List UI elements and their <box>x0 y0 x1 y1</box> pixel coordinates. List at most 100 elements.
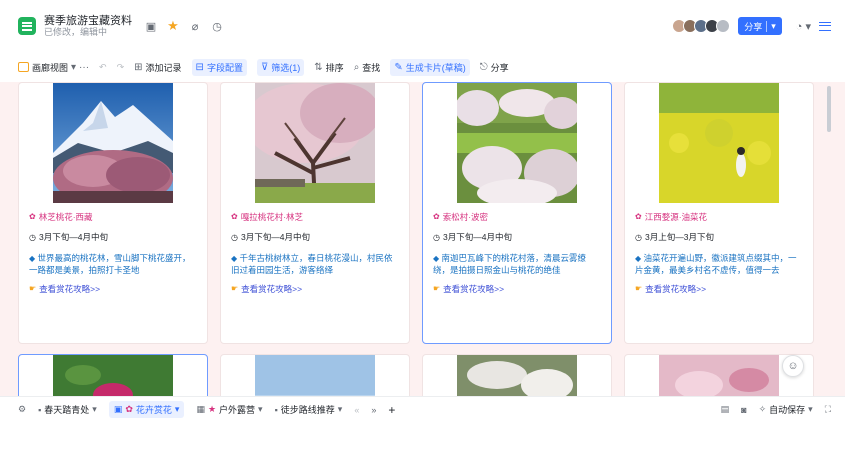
clock-icon: ◷ <box>433 232 440 242</box>
redo-icon[interactable]: ↷ <box>117 62 125 73</box>
card-title: ✿ 索松村·波密 <box>433 211 603 223</box>
sheet-tab-label: 徒步路线推荐 <box>280 405 335 415</box>
add-sheet-icon[interactable]: + <box>388 403 395 417</box>
location-icon: ◆ <box>231 253 238 263</box>
tag-icon[interactable]: ⌀ <box>187 18 203 34</box>
history-icon[interactable]: ◷ <box>209 18 225 34</box>
share-view-button[interactable]: ⎋ 分享 <box>480 61 509 74</box>
assistant-icon[interactable]: ☺ <box>782 355 804 377</box>
menu-icon[interactable] <box>819 21 831 31</box>
flower-icon: ✿ <box>125 404 133 414</box>
star-icon[interactable]: ★ <box>165 18 181 34</box>
hand-icon: ☛ <box>231 283 239 293</box>
sheet-tab-label: 户外露营 <box>219 405 256 415</box>
card-desc: ◆ 南迦巴瓦峰下的桃花村落，清晨云雾缭绕，是拍摄日照金山与桃花的绝佳 <box>433 252 603 277</box>
doc-title[interactable]: 赛季旅游宝藏资料 <box>44 15 132 28</box>
sort-icon: ⇅ <box>314 61 323 73</box>
card-desc: ◆ 世界最高的桃花林，雪山脚下桃花盛开，一路都是美景，拍照打卡圣地 <box>29 252 199 277</box>
chevron-down-icon: ▾ <box>258 404 263 414</box>
add-record-button[interactable]: ⊞ 添加记录 <box>134 61 181 74</box>
view-switch[interactable]: 画廊视图 ▾ ··· <box>18 61 89 74</box>
sheet-tabbar: ⚙ ▪ 春天踏青处 ▾ ▣ ✿ 花卉赏花 ▾ ▦ ★ 户外露营 ▾ ▪ 徒步路线… <box>0 396 845 422</box>
settings-icon[interactable]: ⚙ <box>18 404 26 415</box>
card-link[interactable]: ☛ 查看赏花攻略>> <box>29 283 199 295</box>
avatar <box>716 19 731 33</box>
gallery-card[interactable] <box>422 354 612 396</box>
card-image <box>659 355 779 396</box>
card-link[interactable]: ☛ 查看赏花攻略>> <box>635 283 805 295</box>
prev-sheet-icon[interactable]: « <box>354 405 359 415</box>
chevron-down-icon: ▾ <box>808 404 813 414</box>
sort-label: 排序 <box>325 62 344 73</box>
header: 赛季旅游宝藏资料 已修改，编辑中 ▣ ★ ⌀ ◷ 分享 ▾ ◔ ▾ <box>0 0 845 52</box>
doc-subtitle: 已修改，编辑中 <box>44 27 108 38</box>
sheet-tab-active[interactable]: ▣ ✿ 花卉赏花 ▾ <box>108 401 185 418</box>
lock-icon: ▪ <box>274 404 278 415</box>
toolbar: 画廊视图 ▾ ··· ↶ ↷ ⊞ 添加记录 ⊟ 字段配置 ⊽ 筛选(1) ⇅ 排… <box>0 54 845 80</box>
hand-icon: ☛ <box>433 283 441 293</box>
app-window: 赛季旅游宝藏资料 已修改，编辑中 ▣ ★ ⌀ ◷ 分享 ▾ ◔ ▾ 画廊视图 ▾… <box>0 0 845 449</box>
card-image <box>255 355 375 396</box>
autosave-status[interactable]: ✧ 自动保存 ▾ <box>759 403 813 416</box>
clock-icon: ◷ <box>29 232 36 242</box>
flower-icon: ✿ <box>635 212 642 222</box>
search-button[interactable]: ⌕ 查找 <box>354 61 381 74</box>
gallery-card[interactable]: ✿ 江西婺源·油菜花 ◷ 3月上旬—3月下旬 ◆ 油菜花开遍山野，徽派建筑点缀其中，… <box>624 82 814 344</box>
card-title: ✿ 林芝桃花·西藏 <box>29 211 199 223</box>
card-title-text: 江西婺源·油菜花 <box>644 212 708 222</box>
share-button[interactable]: 分享 ▾ <box>738 17 782 35</box>
share-icon: ⎋ <box>479 61 488 73</box>
gallery-card[interactable] <box>220 354 410 396</box>
field-icon: ⊟ <box>195 61 204 73</box>
generate-label: 生成卡片(草稿) <box>405 62 466 73</box>
card-link-text: 查看赏花攻略>> <box>241 283 303 294</box>
card-time: ◷ 3月下旬—4月中旬 <box>231 231 401 243</box>
card-time: ◷ 3月上旬—3月下旬 <box>635 231 805 243</box>
gallery-card[interactable] <box>18 354 208 396</box>
chevron-down-icon: ▾ <box>771 20 776 31</box>
card-title-text: 林芝桃花·西藏 <box>38 212 93 222</box>
notification-icon[interactable]: ◔ ▾ <box>796 20 811 33</box>
card-desc: ◆ 油菜花开遍山野，徽派建筑点缀其中，一片金黄，最美乡村名不虚传，值得一去 <box>635 252 805 277</box>
share-label: 分享 <box>744 21 763 32</box>
layout-icon[interactable]: ▣ <box>143 18 159 34</box>
hand-icon: ☛ <box>635 283 643 293</box>
location-icon: ◆ <box>635 253 642 263</box>
search-icon: ⌕ <box>353 61 360 73</box>
card-time: ◷ 3月下旬—4月中旬 <box>433 231 603 243</box>
fullscreen-icon[interactable]: ⛶ <box>825 404 831 415</box>
location-icon: ◆ <box>433 253 440 263</box>
next-sheet-icon[interactable]: » <box>371 405 376 415</box>
field-config-button[interactable]: ⊟ 字段配置 <box>191 58 247 76</box>
card-image <box>659 83 779 203</box>
gallery-card[interactable]: ✿ 嘎拉桃花村·林芝 ◷ 3月下旬—4月中旬 ◆ 千年古桃树林立，春日桃花漫山，村民… <box>220 82 410 344</box>
gallery-card[interactable]: ✿ 林芝桃花·西藏 ◷ 3月下旬—4月中旬 ◆ 世界最高的桃花林，雪山脚下桃花盛开，… <box>18 82 208 344</box>
card-link[interactable]: ☛ 查看赏花攻略>> <box>231 283 401 295</box>
autosave-label: 自动保存 <box>769 405 806 415</box>
card-time-text: 3月下旬—4月中旬 <box>442 232 512 243</box>
sheet-tab[interactable]: ▪ 徒步路线推荐 ▾ <box>275 403 343 416</box>
collaborator-avatars[interactable] <box>672 19 731 33</box>
gallery-card[interactable]: ✿ 索松村·波密 ◷ 3月下旬—4月中旬 ◆ 南迦巴瓦峰下的桃花村落，清晨云雾缭绕，… <box>422 82 612 344</box>
sheet-tab-label: 春天踏青处 <box>44 405 90 415</box>
more-icon[interactable]: ··· <box>79 62 89 73</box>
card-image <box>53 83 173 203</box>
card-link[interactable]: ☛ 查看赏花攻略>> <box>433 283 603 295</box>
doc-icon[interactable]: ▤ <box>721 404 730 415</box>
robot-icon[interactable]: ◙ <box>741 405 746 415</box>
filter-button[interactable]: ⊽ 筛选(1) <box>256 58 305 76</box>
undo-icon[interactable]: ↶ <box>99 62 107 73</box>
card-image <box>255 83 375 203</box>
generate-card-button[interactable]: ✎ 生成卡片(草稿) <box>390 58 470 76</box>
title-block: 赛季旅游宝藏资料 已修改，编辑中 <box>44 15 132 38</box>
card-time-text: 3月上旬—3月下旬 <box>644 232 714 243</box>
app-logo-icon <box>18 17 36 35</box>
card-title: ✿ 嘎拉桃花村·林芝 <box>231 211 401 223</box>
location-icon: ◆ <box>29 253 36 263</box>
scrollbar[interactable] <box>827 86 831 132</box>
sheet-tab[interactable]: ▪ 春天踏青处 ▾ <box>38 403 97 416</box>
sort-button[interactable]: ⇅ 排序 <box>314 61 343 74</box>
sheet-tab[interactable]: ▦ ★ 户外露营 ▾ <box>196 403 262 416</box>
view-label: 画廊视图 <box>32 62 69 73</box>
gallery-icon: ▣ <box>113 404 123 414</box>
